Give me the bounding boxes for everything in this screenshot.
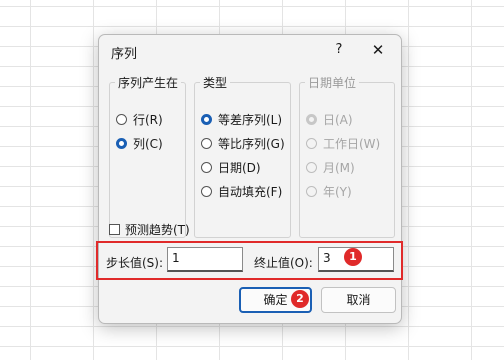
- radio-label-day: 日(A): [323, 112, 353, 127]
- checkbox-icon: [109, 224, 120, 235]
- radio-checked-icon: [306, 113, 317, 125]
- radio-label-weekday: 工作日(W): [323, 136, 381, 151]
- trend-label: 预测趋势(T): [125, 223, 190, 237]
- radio-icon: [201, 161, 212, 173]
- stop-label: 终止值(O):: [254, 256, 313, 270]
- dialog-title: 序列: [111, 47, 138, 62]
- series-in-title: 序列产生在: [115, 74, 182, 91]
- step-input[interactable]: 1: [167, 247, 243, 272]
- radio-checked-icon: [116, 137, 127, 149]
- radio-label-year: 年(Y): [323, 184, 352, 199]
- radio-icon: [306, 161, 317, 173]
- radio-row[interactable]: 行(R): [116, 111, 163, 127]
- date-unit-title: 日期单位: [305, 74, 360, 91]
- radio-growth[interactable]: 等比序列(G): [201, 135, 285, 151]
- radio-year: 年(Y): [306, 183, 352, 199]
- step-badge-2: 2: [291, 290, 309, 308]
- radio-label-date: 日期(D): [218, 160, 261, 175]
- cancel-button[interactable]: 取消: [321, 287, 396, 313]
- date-unit-group: 日期单位 日(A) 工作日(W) 月(M) 年(Y): [299, 74, 395, 238]
- radio-checked-icon: [201, 113, 212, 125]
- radio-icon: [201, 137, 212, 149]
- help-button[interactable]: ?: [329, 39, 349, 61]
- type-title: 类型: [200, 74, 231, 91]
- radio-column[interactable]: 列(C): [116, 135, 163, 151]
- radio-month: 月(M): [306, 159, 355, 175]
- series-dialog: 序列 ? ✕ 序列产生在 行(R) 列(C) 类型 等差序列(L) 等比序列(G…: [98, 34, 402, 324]
- radio-icon: [116, 113, 127, 125]
- radio-label-column: 列(C): [133, 136, 163, 151]
- radio-label-autofill: 自动填充(F): [218, 184, 283, 199]
- close-icon[interactable]: ✕: [367, 39, 389, 61]
- radio-icon: [306, 185, 317, 197]
- radio-icon: [201, 185, 212, 197]
- step-label: 步长值(S):: [106, 256, 164, 270]
- radio-date[interactable]: 日期(D): [201, 159, 261, 175]
- step-badge-1: 1: [344, 248, 362, 266]
- radio-label-row: 行(R): [133, 112, 163, 127]
- series-in-group: 序列产生在 行(R) 列(C): [109, 74, 186, 238]
- radio-label-linear: 等差序列(L): [218, 112, 283, 127]
- radio-day: 日(A): [306, 111, 353, 127]
- type-group: 类型 等差序列(L) 等比序列(G) 日期(D) 自动填充(F): [194, 74, 291, 238]
- radio-linear[interactable]: 等差序列(L): [201, 111, 282, 127]
- radio-icon: [306, 137, 317, 149]
- trend-checkbox[interactable]: 预测趋势(T): [109, 221, 190, 238]
- radio-autofill[interactable]: 自动填充(F): [201, 183, 282, 199]
- radio-label-month: 月(M): [323, 160, 355, 175]
- radio-label-growth: 等比序列(G): [218, 136, 285, 151]
- radio-weekday: 工作日(W): [306, 135, 380, 151]
